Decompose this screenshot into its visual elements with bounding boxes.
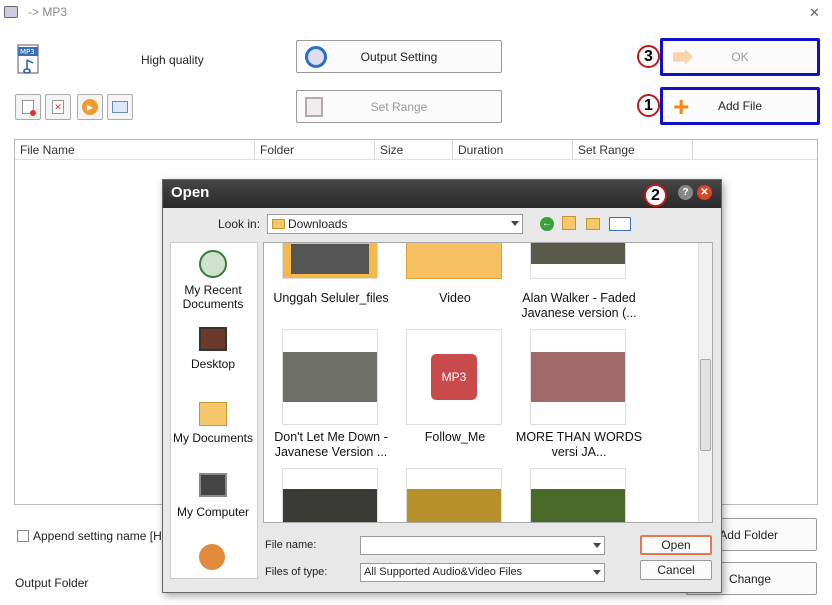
quality-label: High quality: [141, 53, 204, 67]
audio-thumbnail[interactable]: MP3: [406, 329, 502, 425]
video-thumbnail[interactable]: [282, 468, 378, 522]
output-folder-label: Output Folder: [15, 576, 89, 590]
annotation-3: 3: [637, 45, 660, 68]
recent-documents-icon[interactable]: [199, 250, 227, 278]
media-info-icon[interactable]: [107, 94, 133, 120]
arrow-icon: [673, 49, 693, 65]
close-icon[interactable]: ✕: [809, 5, 820, 21]
chevron-down-icon: [511, 221, 519, 226]
window-title: -> MP3: [28, 5, 68, 19]
folder-thumbnail[interactable]: [406, 243, 502, 279]
filetype-label: Files of type:: [265, 566, 328, 578]
chevron-down-icon: [593, 543, 601, 548]
view-menu-icon[interactable]: [609, 217, 631, 231]
folder-icon: [272, 219, 285, 229]
video-thumbnail[interactable]: [406, 468, 502, 522]
place-desktop[interactable]: Desktop: [170, 357, 256, 371]
column-duration[interactable]: Duration: [453, 140, 573, 160]
filename-input[interactable]: [360, 536, 605, 555]
annotation-2: 2: [644, 184, 667, 207]
file-item[interactable]: Don't Let Me Down - Javanese Version ...: [266, 430, 396, 460]
settings-icon: [305, 46, 327, 68]
place-documents[interactable]: My Documents: [170, 431, 256, 445]
filename-label: File name:: [265, 539, 317, 551]
my-computer-icon[interactable]: [199, 473, 227, 497]
video-thumbnail[interactable]: [530, 468, 626, 522]
remove-file-icon[interactable]: [15, 94, 41, 120]
add-file-button[interactable]: + Add File: [660, 87, 820, 125]
play-icon[interactable]: ▶: [77, 94, 103, 120]
column-file-name[interactable]: File Name: [15, 140, 255, 160]
column-folder[interactable]: Folder: [255, 140, 375, 160]
open-dialog: Open ? ✕ Look in: Downloads ← My Recent …: [162, 179, 722, 593]
dialog-title-bar: Open: [163, 180, 721, 208]
file-item[interactable]: Alan Walker - Faded Javanese version (..…: [514, 291, 644, 321]
cancel-button[interactable]: Cancel: [640, 560, 712, 580]
append-setting-label: Append setting name [High: [33, 529, 178, 543]
clear-list-icon[interactable]: ✕: [45, 94, 71, 120]
set-range-button[interactable]: Set Range: [296, 90, 502, 123]
place-computer[interactable]: My Computer: [170, 505, 256, 519]
annotation-1: 1: [637, 94, 660, 117]
chevron-down-icon: [593, 570, 601, 575]
desktop-icon[interactable]: [199, 327, 227, 351]
filetype-select[interactable]: All Supported Audio&Video Files: [360, 563, 605, 582]
new-folder-icon[interactable]: [586, 218, 600, 230]
file-item[interactable]: Video: [390, 291, 520, 306]
append-setting-checkbox[interactable]: [17, 530, 29, 542]
place-recent[interactable]: My Recent Documents: [170, 283, 256, 311]
file-view[interactable]: Unggah Seluler_files Video Alan Walker -…: [263, 242, 713, 523]
file-item[interactable]: Follow_Me: [390, 430, 520, 445]
file-item[interactable]: Unggah Seluler_files: [266, 291, 396, 306]
network-icon[interactable]: [199, 544, 225, 570]
column-size[interactable]: Size: [375, 140, 453, 160]
look-in-select[interactable]: Downloads: [267, 214, 523, 234]
look-in-label: Look in:: [218, 217, 261, 231]
dialog-close-icon[interactable]: ✕: [697, 185, 712, 200]
output-setting-button[interactable]: Output Setting: [296, 40, 502, 73]
back-icon[interactable]: ←: [540, 217, 554, 231]
film-scissors-icon: [305, 97, 323, 117]
app-icon: [4, 6, 18, 18]
video-thumbnail[interactable]: [530, 243, 626, 279]
svg-text:MP3: MP3: [20, 48, 35, 56]
video-thumbnail[interactable]: [530, 329, 626, 425]
up-folder-icon[interactable]: [562, 216, 576, 230]
column-set-range[interactable]: Set Range: [573, 140, 693, 160]
open-button[interactable]: Open: [640, 535, 712, 555]
scroll-thumb[interactable]: [700, 359, 711, 451]
video-thumbnail[interactable]: [282, 329, 378, 425]
file-item[interactable]: MORE THAN WORDS versi JA...: [514, 430, 644, 460]
my-documents-icon[interactable]: [199, 402, 227, 426]
mp3-badge: MP3: [431, 354, 477, 400]
ok-button[interactable]: OK: [660, 38, 820, 76]
folder-thumbnail[interactable]: [282, 243, 378, 279]
mp3-format-icon: MP3: [17, 44, 43, 76]
help-icon[interactable]: ?: [678, 185, 693, 200]
plus-icon: +: [673, 91, 690, 122]
vertical-scrollbar[interactable]: [698, 243, 712, 522]
